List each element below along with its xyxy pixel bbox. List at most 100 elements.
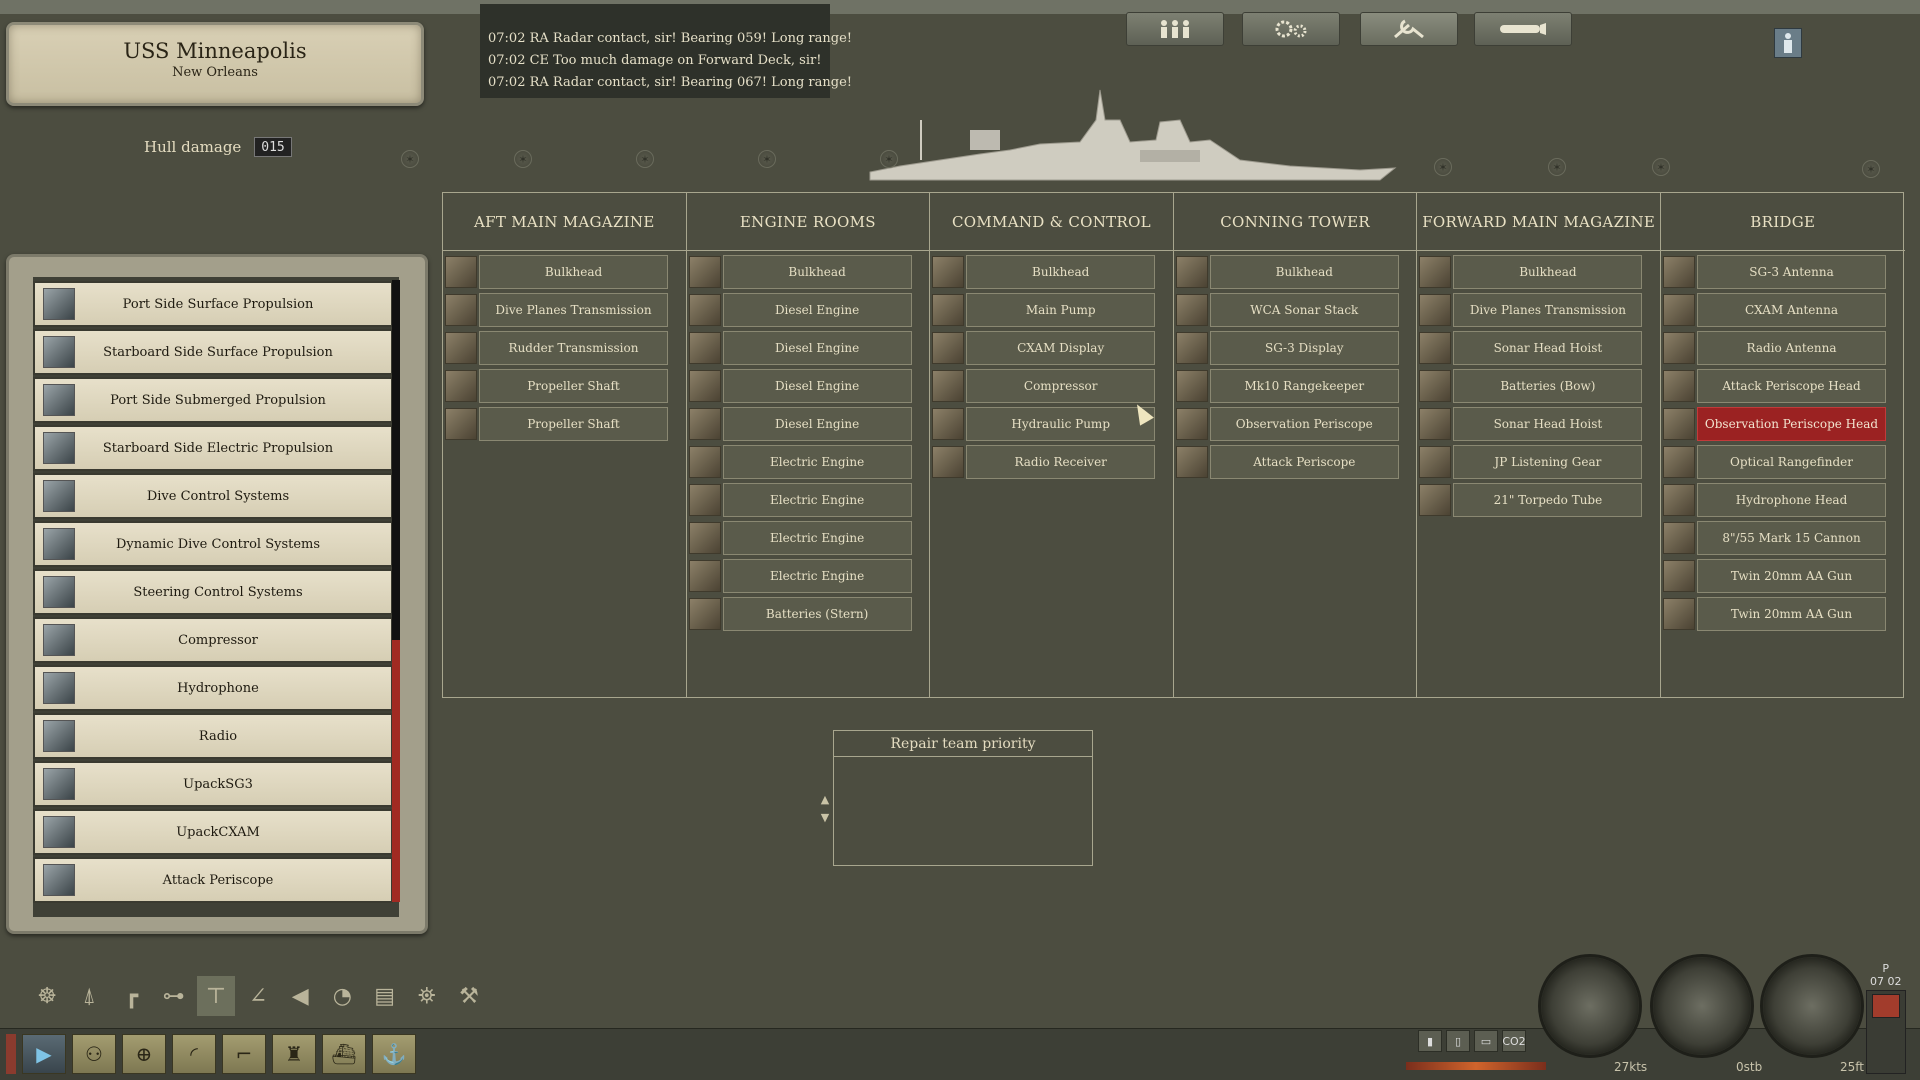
oxygen-icon[interactable]: ▭ <box>1474 1030 1498 1052</box>
compartment-item[interactable]: Dive Planes Transmission <box>1417 293 1643 327</box>
compartment-item[interactable]: Mk10 Rangekeeper <box>1174 369 1399 403</box>
system-item[interactable]: UpackCXAM <box>33 809 393 855</box>
bridge-view-icon[interactable]: ♜ <box>272 1034 316 1074</box>
log-book-icon[interactable] <box>1872 994 1900 1018</box>
equipment-label: Mk10 Rangekeeper <box>1209 369 1399 403</box>
aa-gun-icon[interactable]: ∠ <box>239 976 277 1016</box>
conn-view-icon[interactable]: ⌐ <box>222 1034 266 1074</box>
compartment-item[interactable]: JP Listening Gear <box>1417 445 1643 479</box>
depth-readout: 25ft <box>1840 1060 1864 1074</box>
system-item[interactable]: Dive Control Systems <box>33 473 393 519</box>
helm-icon[interactable]: ☸ <box>28 976 66 1016</box>
crew-manager-button[interactable] <box>1774 28 1802 58</box>
telegraph-gauge[interactable] <box>1538 954 1642 1058</box>
compartment-item[interactable]: Diesel Engine <box>687 293 912 327</box>
compartment-item[interactable]: Rudder Transmission <box>443 331 668 365</box>
compartment-item[interactable]: Main Pump <box>930 293 1156 327</box>
depth-gauge[interactable] <box>1760 954 1864 1058</box>
tab-engineering[interactable] <box>1242 12 1340 46</box>
compartment-item[interactable]: Hydraulic Pump <box>930 407 1156 441</box>
rudder-gauge[interactable] <box>1650 954 1754 1058</box>
compartment-item[interactable]: Bulkhead <box>687 255 912 289</box>
compartment-item[interactable]: Propeller Shaft <box>443 407 668 441</box>
compartment-item[interactable]: Diesel Engine <box>687 331 912 365</box>
system-item[interactable]: Steering Control Systems <box>33 569 393 615</box>
alert-marker <box>6 1034 16 1074</box>
system-item[interactable]: Hydrophone <box>33 665 393 711</box>
compartment-item[interactable]: Radio Receiver <box>930 445 1156 479</box>
tab-damage-control[interactable] <box>1360 12 1458 46</box>
equipment-icon <box>688 560 721 592</box>
compartment-item[interactable]: 21" Torpedo Tube <box>1417 483 1643 517</box>
compartment-item[interactable]: CXAM Display <box>930 331 1156 365</box>
compressed-air-icon[interactable]: ▯ <box>1446 1030 1470 1052</box>
compartment-item[interactable]: Sonar Head Hoist <box>1417 407 1643 441</box>
gears-icon <box>1275 20 1307 38</box>
system-item[interactable]: Starboard Side Surface Propulsion <box>33 329 393 375</box>
compartment-item[interactable]: Diesel Engine <box>687 407 912 441</box>
priority-down-icon[interactable]: ▼ <box>818 812 832 824</box>
play-icon[interactable]: ▶ <box>22 1034 66 1074</box>
system-item[interactable]: Compressor <box>33 617 393 663</box>
compartment-item[interactable]: Electric Engine <box>687 559 912 593</box>
compartment-item[interactable]: 8"/55 Mark 15 Cannon <box>1661 521 1886 555</box>
system-item[interactable]: Radio <box>33 713 393 759</box>
compartment-item[interactable]: SG-3 Antenna <box>1661 255 1886 289</box>
tools-icon[interactable]: ⚒ <box>450 976 488 1016</box>
equipment-icon <box>1419 332 1452 364</box>
binoculars-icon[interactable]: ⊶ <box>155 976 193 1016</box>
nav-map-icon[interactable]: ◜ <box>172 1034 216 1074</box>
compartment-item[interactable]: Twin 20mm AA Gun <box>1661 559 1886 593</box>
system-item[interactable]: Starboard Side Electric Propulsion <box>33 425 393 471</box>
compartment-item[interactable]: WCA Sonar Stack <box>1174 293 1399 327</box>
compartment-item[interactable]: Bulkhead <box>1417 255 1643 289</box>
compartment-item[interactable]: Optical Rangefinder <box>1661 445 1886 479</box>
compartment-item[interactable]: Hydrophone Head <box>1661 483 1886 517</box>
ship-view-icon[interactable]: ⚓ <box>372 1034 416 1074</box>
deck-gun-icon[interactable]: ⊤ <box>196 976 235 1016</box>
compartment-item[interactable]: Observation Periscope <box>1174 407 1399 441</box>
compartment-item[interactable]: Bulkhead <box>443 255 668 289</box>
radar-icon[interactable]: ◔ <box>323 976 361 1016</box>
system-item[interactable]: Port Side Submerged Propulsion <box>33 377 393 423</box>
compartment-item[interactable]: Twin 20mm AA Gun <box>1661 597 1886 631</box>
compartment-item[interactable]: Electric Engine <box>687 483 912 517</box>
compartment-item[interactable]: Electric Engine <box>687 445 912 479</box>
co2-indicator[interactable]: CO2 <box>1502 1030 1526 1052</box>
log-icon[interactable]: ▤ <box>366 976 404 1016</box>
attack-map-icon[interactable]: ⊕ <box>122 1034 166 1074</box>
compartment-item[interactable]: SG-3 Display <box>1174 331 1399 365</box>
system-item[interactable]: Port Side Surface Propulsion <box>33 281 393 327</box>
compartment-item[interactable]: Attack Periscope <box>1174 445 1399 479</box>
periscope-icon[interactable]: ┏ <box>112 976 150 1016</box>
compartment-item[interactable]: Sonar Head Hoist <box>1417 331 1643 365</box>
systems-scrollbar-thumb[interactable] <box>392 640 400 902</box>
compartment-item[interactable]: CXAM Antenna <box>1661 293 1886 327</box>
compartment-item[interactable]: Compressor <box>930 369 1156 403</box>
compartment-item[interactable]: Radio Antenna <box>1661 331 1886 365</box>
priority-up-icon[interactable]: ▲ <box>818 794 832 806</box>
compartment-item[interactable]: Electric Engine <box>687 521 912 555</box>
tab-crew[interactable] <box>1126 12 1224 46</box>
system-item[interactable]: Attack Periscope <box>33 857 393 903</box>
system-item[interactable]: Dynamic Dive Control Systems <box>33 521 393 567</box>
navigator-icon[interactable]: ⍋ <box>70 976 108 1016</box>
compartment-item[interactable]: Attack Periscope Head <box>1661 369 1886 403</box>
crew-station-icon[interactable]: ⛯ <box>408 976 446 1016</box>
battery-icon[interactable]: ▮ <box>1418 1030 1442 1052</box>
compartment-item[interactable]: Propeller Shaft <box>443 369 668 403</box>
tab-torpedoes[interactable] <box>1474 12 1572 46</box>
system-icon <box>43 624 75 656</box>
compartment-item[interactable]: Batteries (Bow) <box>1417 369 1643 403</box>
system-item[interactable]: UpackSG3 <box>33 761 393 807</box>
compartment-item[interactable]: Bulkhead <box>930 255 1156 289</box>
sound-icon[interactable]: ◀ <box>281 976 319 1016</box>
crew-view-icon[interactable]: ⚇ <box>72 1034 116 1074</box>
compartment-item[interactable]: Bulkhead <box>1174 255 1399 289</box>
compartment-item[interactable]: Diesel Engine <box>687 369 912 403</box>
equipment-icon <box>1663 598 1695 630</box>
compartment-item[interactable]: Dive Planes Transmission <box>443 293 668 327</box>
compartment-item[interactable]: Observation Periscope Head <box>1661 407 1886 441</box>
deck-view-icon[interactable]: ⛴ <box>322 1034 366 1074</box>
compartment-item[interactable]: Batteries (Stern) <box>687 597 912 631</box>
